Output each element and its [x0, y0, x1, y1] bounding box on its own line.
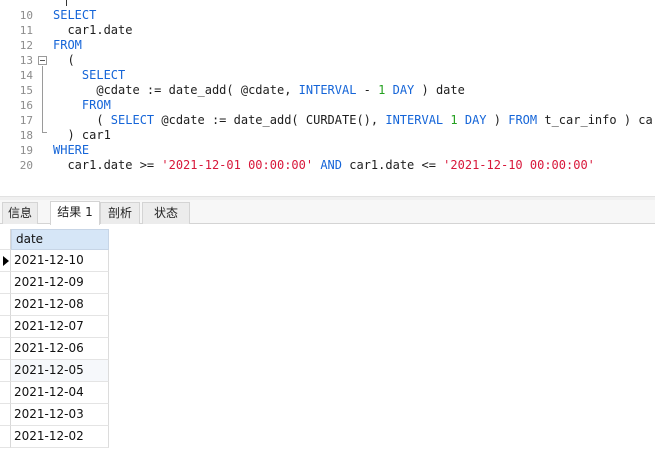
sql-text: ( [53, 113, 111, 127]
sql-keyword: AND [320, 158, 343, 172]
table-cell-date[interactable]: 2021-12-09 [11, 272, 109, 294]
code-line: ( [53, 53, 75, 68]
sql-keyword: DAY [464, 113, 487, 127]
sql-keyword: FROM [53, 38, 82, 52]
code-line: FROM [53, 38, 82, 53]
table-cell-date[interactable]: 2021-12-04 [11, 382, 109, 404]
line-number: 13 [19, 54, 33, 67]
sql-text: ) date [414, 83, 465, 97]
line-number: 17 [19, 114, 33, 127]
code-area[interactable]: SELECT car1.date FROM ( SELECT @cdate := … [53, 0, 653, 196]
sql-string: '2021-12-10 00:00:00' [443, 158, 595, 172]
tab-info[interactable]: 信息 [2, 202, 38, 224]
line-number-gutter: 10 11 12 13 14 15 16 17 18 19 20 [0, 0, 36, 196]
line-number: 11 [19, 24, 33, 37]
sql-text: ( [53, 53, 75, 67]
sql-keyword: INTERVAL [385, 113, 444, 127]
row-selector[interactable] [0, 338, 11, 360]
sql-editor[interactable]: 10 11 12 13 14 15 16 17 18 19 20 SELECT car1.date F… [0, 0, 655, 196]
current-row-arrow-icon [3, 256, 9, 266]
row-selector[interactable] [0, 272, 11, 294]
fold-collapse-icon[interactable] [38, 56, 47, 65]
sql-text: car1.date >= [53, 158, 162, 172]
table-cell-date[interactable]: 2021-12-07 [11, 316, 109, 338]
header-corner [0, 229, 11, 250]
sql-keyword: SELECT [81, 68, 126, 82]
table-cell-date[interactable]: 2021-12-05 [11, 360, 109, 382]
table-cell-date[interactable]: 2021-12-06 [11, 338, 109, 360]
sql-keyword: INTERVAL [298, 83, 357, 97]
fold-guide-line [42, 66, 43, 132]
sql-text: - [356, 83, 379, 97]
sql-text: ) car1 [53, 128, 111, 142]
line-number: 18 [19, 129, 33, 142]
sql-number: 1 [450, 113, 458, 127]
result-tab-bar: 信息 结果 1 剖析 状态 [0, 200, 655, 225]
tab-result-1[interactable]: 结果 1 [50, 201, 100, 225]
table-cell-date[interactable]: 2021-12-03 [11, 404, 109, 426]
code-line: ) car1 [53, 128, 111, 143]
code-line: car1.date >= '2021-12-01 00:00:00' AND c… [53, 158, 595, 173]
line-number: 14 [19, 69, 33, 82]
sql-text: ) [486, 113, 509, 127]
sql-keyword: FROM [81, 98, 111, 112]
column-header-date[interactable]: date [11, 229, 109, 250]
line-number: 20 [19, 159, 33, 172]
line-number: 19 [19, 144, 33, 157]
sql-text: @cdate := date_add( CURDATE(), [154, 113, 386, 127]
sql-keyword: FROM [508, 113, 538, 127]
line-number: 15 [19, 84, 33, 97]
sql-text: t_car_info ) car [537, 113, 653, 127]
row-selector[interactable] [0, 426, 11, 448]
row-selector[interactable] [0, 382, 11, 404]
fold-column [36, 0, 50, 196]
code-line: car1.date [53, 23, 132, 38]
sql-string: '2021-12-01 00:00:00' [161, 158, 314, 172]
sql-keyword: SELECT [53, 8, 97, 22]
code-line: FROM [53, 98, 111, 113]
table-cell-date[interactable]: 2021-12-02 [11, 426, 109, 448]
sql-keyword: DAY [392, 83, 415, 97]
code-line: ( SELECT @cdate := date_add( CURDATE(), … [53, 113, 653, 128]
row-selector[interactable] [0, 294, 11, 316]
sql-keyword: WHERE [53, 143, 90, 157]
table-cell-date[interactable]: 2021-12-10 [11, 250, 109, 272]
tab-status[interactable]: 状态 [142, 202, 190, 224]
row-selector[interactable] [0, 316, 11, 338]
table-cell-date[interactable]: 2021-12-08 [11, 294, 109, 316]
fold-end-marker [42, 132, 47, 133]
code-line: SELECT [53, 68, 125, 83]
line-number: 16 [19, 99, 33, 112]
row-selector[interactable] [0, 250, 11, 272]
sql-text: car1.date [53, 23, 133, 37]
sql-text: @cdate := date_add( @cdate, [53, 83, 299, 97]
code-line: SELECT [53, 8, 96, 23]
row-selector[interactable] [0, 360, 11, 382]
tab-profile[interactable]: 剖析 [100, 202, 140, 224]
row-selector[interactable] [0, 404, 11, 426]
line-number: 12 [19, 39, 33, 52]
result-grid[interactable]: date 2021-12-10 2021-12-09 2021-12-08 2021-… [0, 225, 655, 453]
code-line: WHERE [53, 143, 89, 158]
sql-keyword: SELECT [110, 113, 155, 127]
line-number: 10 [19, 9, 33, 22]
sql-text: car1.date <= [342, 158, 444, 172]
code-line: @cdate := date_add( @cdate, INTERVAL - 1… [53, 83, 465, 98]
